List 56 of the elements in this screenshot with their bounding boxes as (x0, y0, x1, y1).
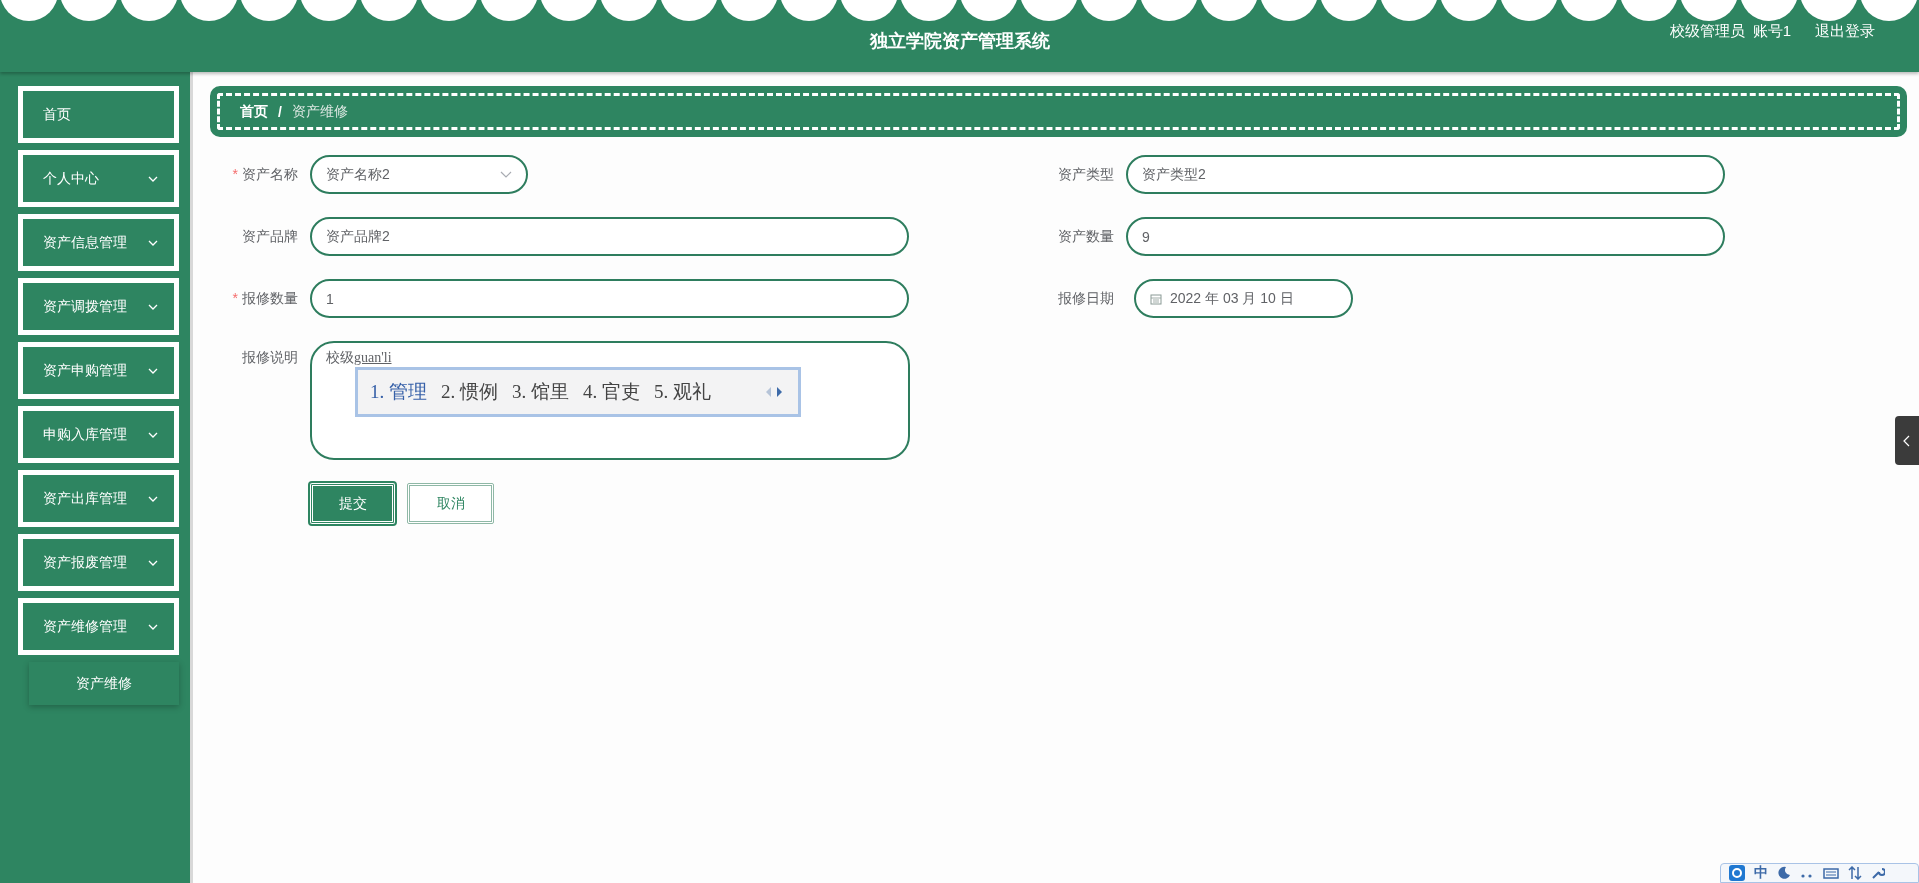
field-label: 资产数量 (1057, 227, 1114, 246)
chevron-down-icon (148, 367, 158, 374)
sidebar-item[interactable]: 资产申购管理 (18, 342, 179, 399)
wrench-icon[interactable] (1871, 866, 1885, 880)
field-label: * 报修数量 (231, 289, 298, 308)
sidebar-item[interactable]: 资产信息管理 (18, 214, 179, 271)
sidebar-item[interactable]: 资产出库管理 (18, 470, 179, 527)
ime-logo-icon[interactable] (1729, 865, 1745, 881)
chevron-down-icon (148, 623, 158, 630)
arrows-icon[interactable] (1848, 866, 1862, 880)
chevron-down-icon (148, 239, 158, 246)
ime-candidate[interactable]: 3. 馆里 (512, 379, 569, 405)
chevron-down-icon (500, 171, 512, 178)
chevron-down-icon (148, 495, 158, 502)
logout-link[interactable]: 退出登录 (1815, 22, 1875, 41)
breadcrumb-link[interactable]: 首页 (240, 102, 268, 121)
sidebar-item[interactable]: 资产报废管理 (18, 534, 179, 591)
ime-candidate[interactable]: 2. 惯例 (441, 379, 498, 405)
field-label: 资产品牌 (241, 227, 298, 246)
sidebar-item[interactable]: 申购入库管理 (18, 406, 179, 463)
field-label: * 资产名称 (231, 165, 298, 184)
sidebar-subitem[interactable]: 资产维修 (29, 662, 179, 705)
input-field[interactable]: 资产品牌2 (310, 217, 909, 256)
select-field[interactable]: 资产名称2 (310, 155, 528, 194)
cancel-button[interactable]: 取消 (407, 483, 494, 524)
input-field[interactable]: 9 (1126, 217, 1725, 256)
chevron-down-icon (148, 175, 158, 182)
ime-candidate[interactable]: 5. 观礼 (654, 379, 711, 405)
textarea-field[interactable]: 校级guan'li 1. 管理 2. 惯例 3. 馆里 4. 官吏 5. 观礼 (310, 341, 910, 460)
chevron-down-icon (148, 303, 158, 310)
user-role: 校级管理员 (1669, 22, 1745, 41)
sidebar-item[interactable]: 首页 (18, 86, 179, 143)
breadcrumb-link[interactable]: 资产维修 (291, 102, 348, 121)
calendar-icon (1150, 292, 1162, 305)
sidebar-item[interactable]: 个人中心 (18, 150, 179, 207)
keyboard-icon[interactable] (1823, 866, 1839, 880)
collapse-tab[interactable] (1895, 416, 1919, 465)
account-name: 账号1 (1752, 22, 1791, 41)
moon-icon[interactable] (1777, 866, 1791, 880)
field-label: 报修说明 (241, 348, 298, 367)
field-label: 资产类型 (1057, 165, 1114, 184)
sidebar-item[interactable]: 资产调拨管理 (18, 278, 179, 335)
app-title: 独立学院资产管理系统 (869, 30, 1050, 53)
ime-candidate[interactable]: 4. 官吏 (583, 379, 640, 405)
ime-mode-toggle[interactable]: 中 (1754, 864, 1768, 882)
date-field[interactable]: 2022 年 03 月 10 日 (1134, 279, 1353, 318)
submit-button[interactable]: 提交 (310, 483, 395, 524)
input-field[interactable]: 资产类型2 (1126, 155, 1725, 194)
field-label: 报修日期 (1057, 289, 1114, 308)
sidebar-item[interactable]: 资产维修管理 (18, 598, 179, 655)
chevron-down-icon (148, 559, 158, 566)
chevron-down-icon (148, 431, 158, 438)
ime-candidate[interactable]: 1. 管理 (370, 379, 427, 405)
chevron-left-icon (1903, 434, 1911, 447)
breadcrumb-separator: / (278, 103, 282, 120)
input-field[interactable]: 1 (310, 279, 909, 318)
